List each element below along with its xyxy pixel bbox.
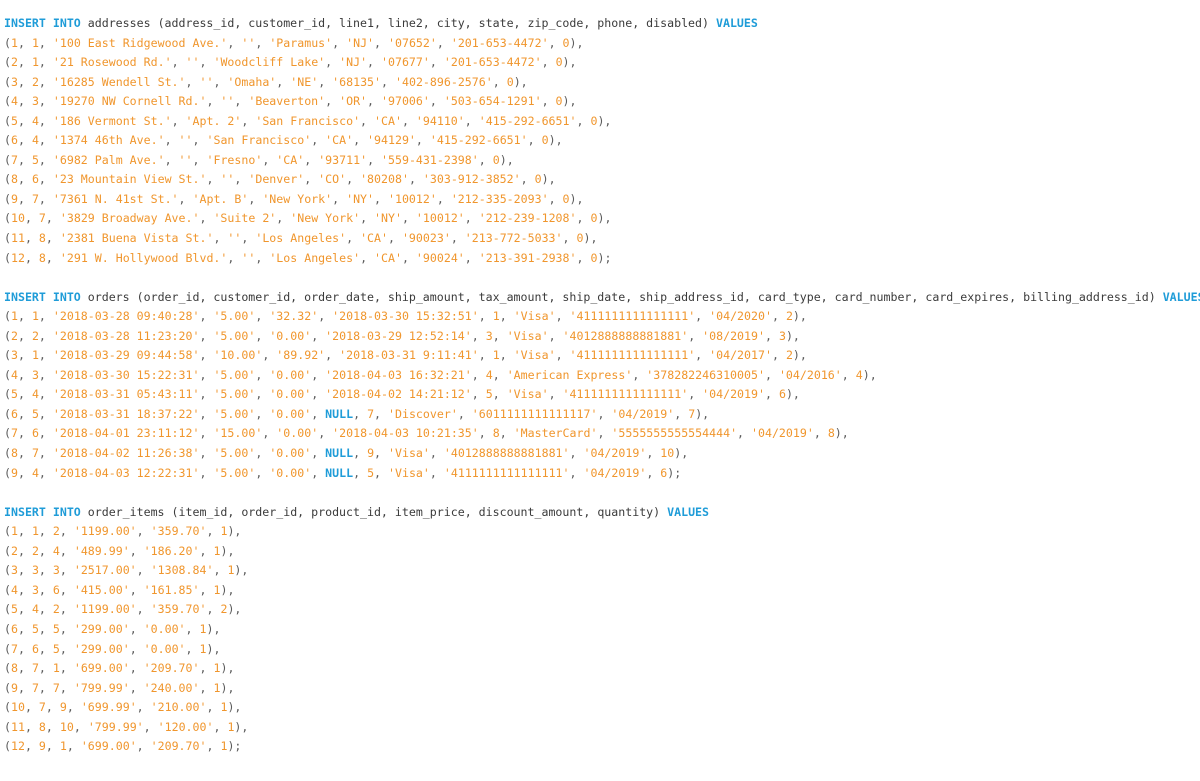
column-list: (order_id, customer_id, order_date, ship… — [136, 289, 1156, 304]
values-row[interactable]: (5, 4, '186 Vermont St.', 'Apt. 2', 'San… — [4, 112, 1200, 132]
values-row[interactable]: (7, 6, '2018-04-01 23:11:12', '15.00', '… — [4, 424, 1200, 444]
values-row[interactable]: (9, 7, '7361 N. 41st St.', 'Apt. B', 'Ne… — [4, 190, 1200, 210]
values-row[interactable]: (2, 1, '21 Rosewood Rd.', '', 'Woodcliff… — [4, 53, 1200, 73]
values-row[interactable]: (6, 5, '2018-03-31 18:37:22', '5.00', '0… — [4, 405, 1200, 425]
values-row[interactable]: (7, 6, 5, '299.00', '0.00', 1), — [4, 640, 1200, 660]
values-row[interactable]: (4, 3, '19270 NW Cornell Rd.', '', 'Beav… — [4, 92, 1200, 112]
values-row[interactable]: (1, 1, '2018-03-28 09:40:28', '5.00', '3… — [4, 307, 1200, 327]
values-keyword: VALUES — [1162, 289, 1200, 304]
values-row[interactable]: (5, 4, 2, '1199.00', '359.70', 2), — [4, 600, 1200, 620]
statement-header-insert-order-items[interactable]: INSERT INTO order_items (item_id, order_… — [4, 503, 1200, 523]
values-row[interactable]: (1, 1, 2, '1199.00', '359.70', 1), — [4, 522, 1200, 542]
table-name: orders — [80, 289, 137, 304]
values-row[interactable]: (12, 8, '291 W. Hollywood Blvd.', '', 'L… — [4, 249, 1200, 269]
values-row[interactable]: (11, 8, '2381 Buena Vista St.', '', 'Los… — [4, 229, 1200, 249]
column-list: (item_id, order_id, product_id, item_pri… — [171, 504, 661, 519]
insert-keyword: INSERT INTO — [4, 16, 81, 30]
table-name: order_items — [80, 504, 172, 519]
values-row[interactable]: (5, 4, '2018-03-31 05:43:11', '5.00', '0… — [4, 385, 1200, 405]
values-row[interactable]: (1, 1, '100 East Ridgewood Ave.', '', 'P… — [4, 34, 1200, 54]
values-row[interactable]: (6, 5, 5, '299.00', '0.00', 1), — [4, 620, 1200, 640]
values-row[interactable]: (10, 7, 9, '699.99', '210.00', 1), — [4, 698, 1200, 718]
values-row[interactable]: (10, 7, '3829 Broadway Ave.', 'Suite 2',… — [4, 209, 1200, 229]
values-keyword: VALUES — [667, 504, 710, 519]
values-row[interactable]: (2, 2, '2018-03-28 11:23:20', '5.00', '0… — [4, 327, 1200, 347]
values-row[interactable]: (8, 7, '2018-04-02 11:26:38', '5.00', '0… — [4, 444, 1200, 464]
table-name: addresses — [80, 16, 158, 30]
values-row[interactable]: (11, 8, 10, '799.99', '120.00', 1), — [4, 718, 1200, 738]
insert-keyword: INSERT INTO — [4, 289, 81, 304]
values-row[interactable]: (4, 3, 6, '415.00', '161.85', 1), — [4, 581, 1200, 601]
column-list: (address_id, customer_id, line1, line2, … — [157, 16, 709, 30]
values-row[interactable]: (12, 9, 1, '699.00', '209.70', 1); — [4, 737, 1200, 757]
values-keyword: VALUES — [715, 16, 758, 30]
values-row[interactable]: (9, 7, 7, '799.99', '240.00', 1), — [4, 679, 1200, 699]
values-row[interactable]: (7, 5, '6982 Palm Ave.', '', 'Fresno', '… — [4, 151, 1200, 171]
values-row[interactable]: (3, 1, '2018-03-29 09:44:58', '10.00', '… — [4, 346, 1200, 366]
statement-header-insert-orders[interactable]: INSERT INTO orders (order_id, customer_i… — [4, 288, 1200, 308]
values-row[interactable]: (3, 3, 3, '2517.00', '1308.84', 1), — [4, 561, 1200, 581]
values-row[interactable]: (8, 7, 1, '699.00', '209.70', 1), — [4, 659, 1200, 679]
values-row[interactable]: (8, 6, '23 Mountain View St.', '', 'Denv… — [4, 170, 1200, 190]
sql-code-block[interactable]: INSERT INTO addresses (address_id, custo… — [0, 0, 1200, 757]
values-row[interactable]: (4, 3, '2018-03-30 15:22:31', '5.00', '0… — [4, 366, 1200, 386]
values-row[interactable]: (6, 4, '1374 46th Ave.', '', 'San Franci… — [4, 131, 1200, 151]
values-row[interactable]: (9, 4, '2018-04-03 12:22:31', '5.00', '0… — [4, 464, 1200, 484]
values-row[interactable]: (3, 2, '16285 Wendell St.', '', 'Omaha',… — [4, 73, 1200, 93]
insert-keyword: INSERT INTO — [4, 504, 81, 519]
values-row[interactable]: (2, 2, 4, '489.99', '186.20', 1), — [4, 542, 1200, 562]
statement-header-insert-addresses[interactable]: INSERT INTO addresses (address_id, custo… — [4, 14, 1200, 34]
